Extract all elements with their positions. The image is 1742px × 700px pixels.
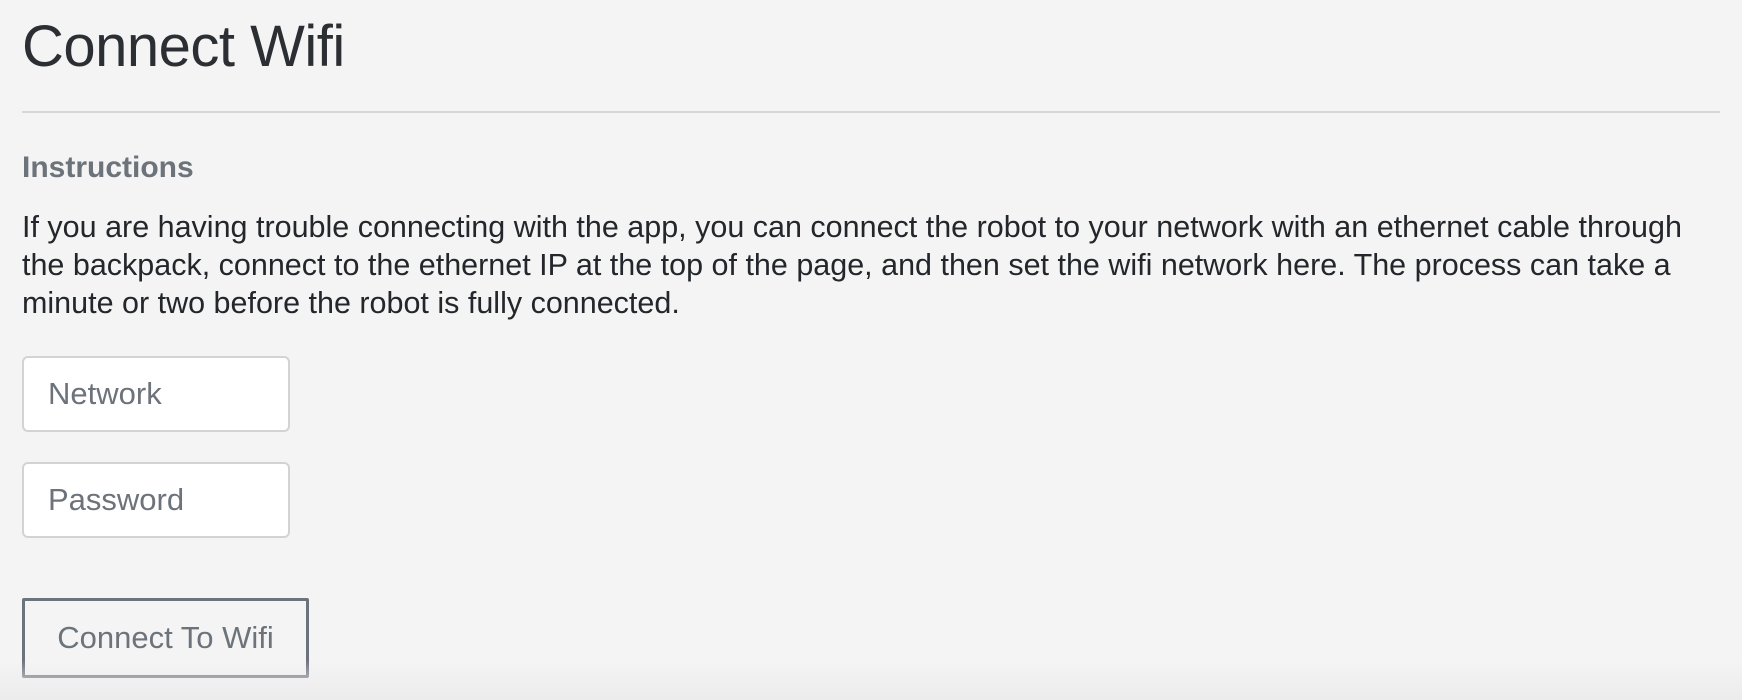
page-title: Connect Wifi	[22, 14, 345, 79]
instructions-heading: Instructions	[22, 151, 194, 184]
title-divider	[22, 111, 1720, 113]
password-input[interactable]	[22, 462, 290, 538]
connect-to-wifi-button[interactable]: Connect To Wifi	[22, 598, 309, 678]
network-input[interactable]	[22, 356, 290, 432]
instructions-text: If you are having trouble connecting wit…	[22, 210, 1682, 320]
connect-wifi-page: Connect Wifi Instructions If you are hav…	[22, 0, 1720, 678]
